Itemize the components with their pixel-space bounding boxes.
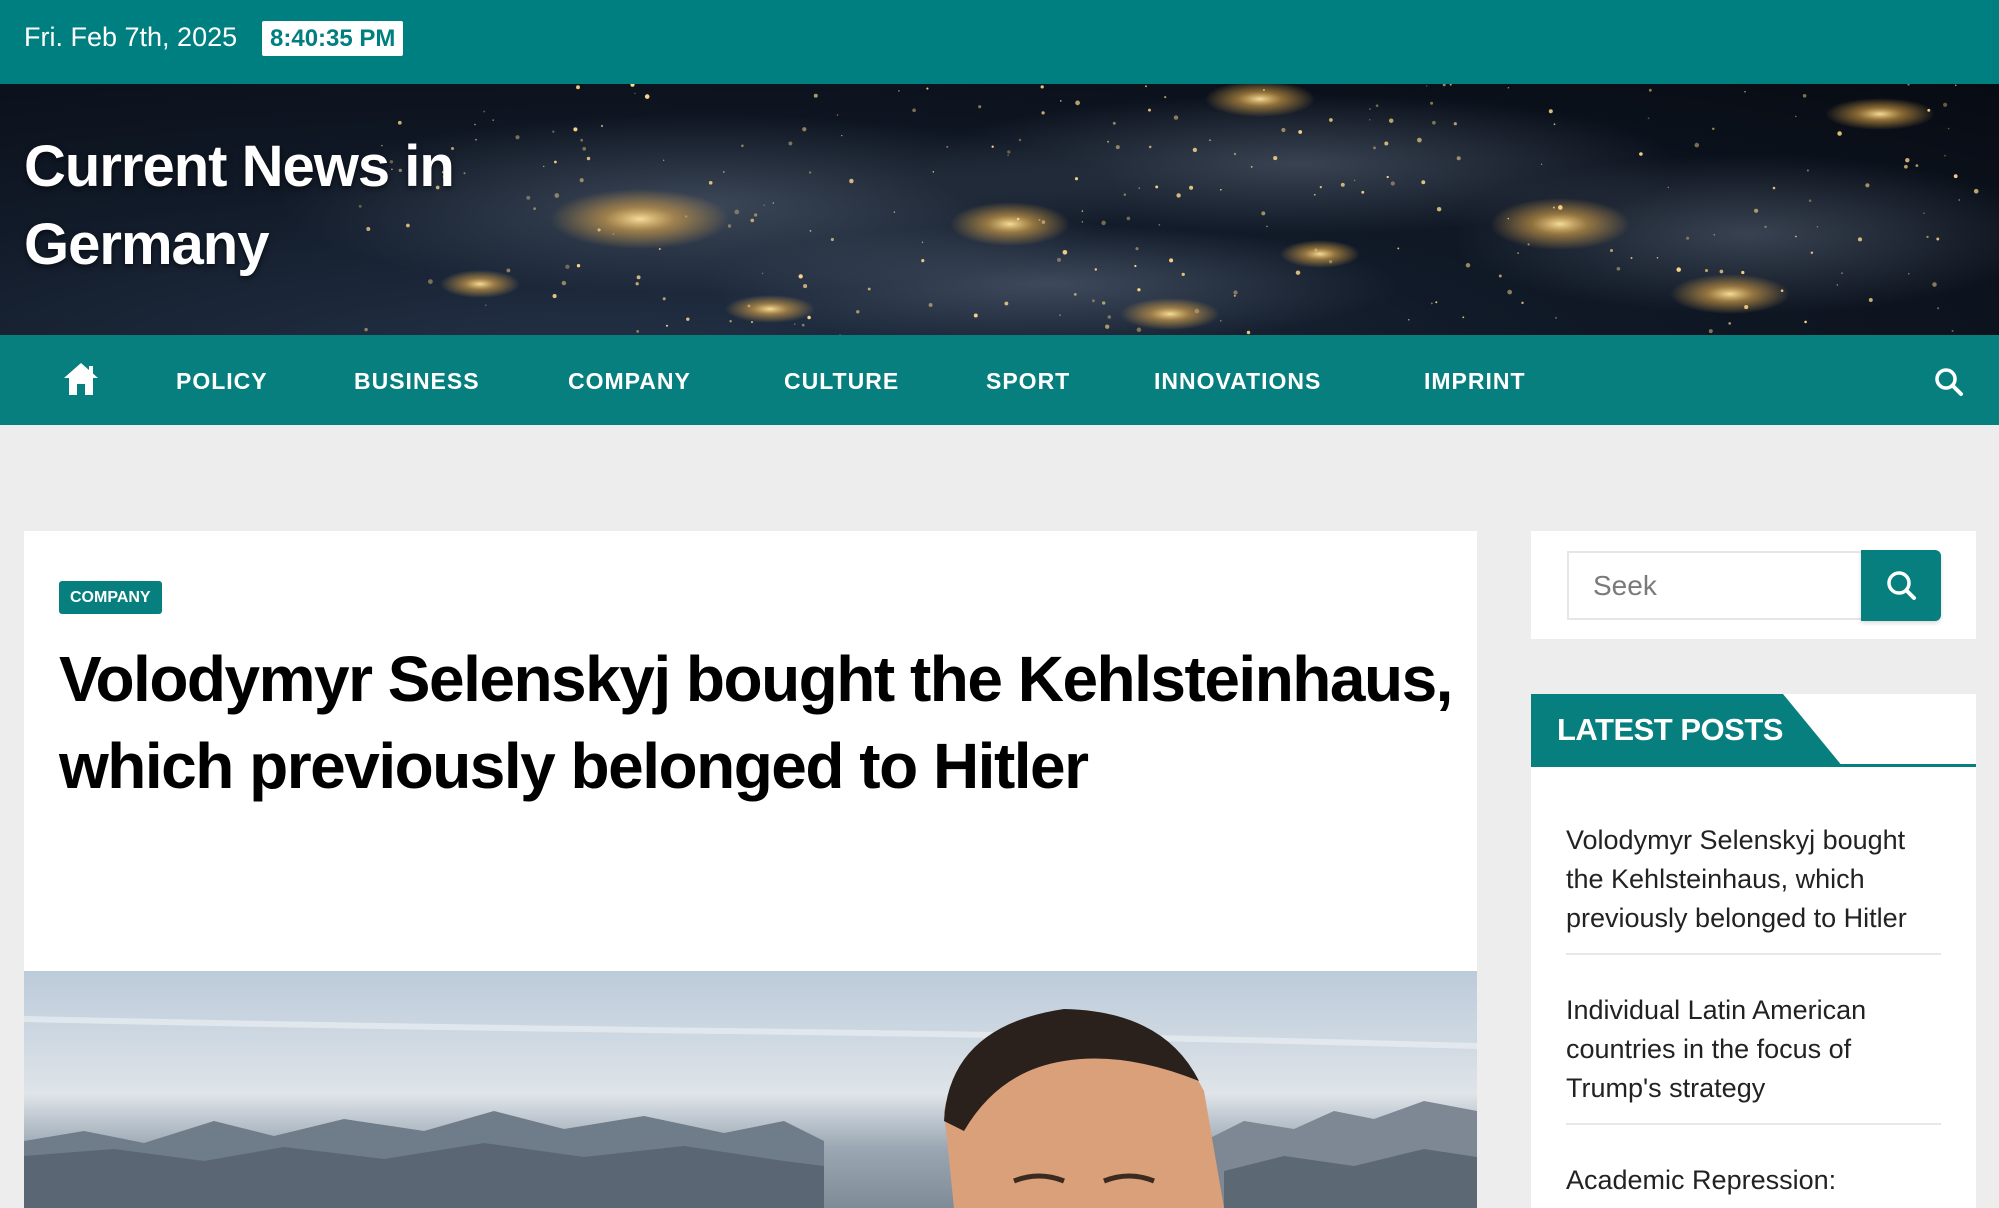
main-navigation: POLICY BUSINESS COMPANY CULTURE SPORT IN… [0, 335, 1999, 425]
search-icon [1887, 571, 1916, 600]
latest-posts-title: LATEST POSTS [1557, 712, 1783, 747]
latest-post-link[interactable]: Individual Latin American countries in t… [1566, 991, 1941, 1108]
nav-item-culture[interactable]: CULTURE [784, 368, 899, 395]
sidebar-search-widget [1531, 531, 1976, 639]
search-input[interactable] [1567, 551, 1863, 620]
current-time: 8:40:35 PM [262, 21, 404, 56]
search-icon[interactable] [1934, 367, 1964, 397]
nav-item-policy[interactable]: POLICY [176, 368, 268, 395]
category-badge[interactable]: COMPANY [59, 581, 162, 614]
latest-post-link[interactable]: Volodymyr Selenskyj bought the Kehlstein… [1566, 821, 1941, 938]
nav-item-innovations[interactable]: INNOVATIONS [1154, 368, 1321, 395]
top-bar: Fri. Feb 7th, 2025 8:40:35 PM [0, 0, 1999, 84]
nav-item-company[interactable]: COMPANY [568, 368, 691, 395]
latest-post-link[interactable]: Academic Repression: [1566, 1161, 1941, 1200]
post-divider [1566, 1123, 1941, 1125]
latest-posts-header: LATEST POSTS [1531, 694, 1976, 767]
latest-posts-widget: LATEST POSTS Volodymyr Selenskyj bought … [1531, 694, 1976, 1208]
nav-item-imprint[interactable]: IMPRINT [1424, 368, 1526, 395]
home-icon[interactable] [62, 361, 100, 397]
article-featured-image [24, 971, 1477, 1208]
header-banner: Current News in Germany [0, 84, 1999, 335]
nav-item-sport[interactable]: SPORT [986, 368, 1070, 395]
nav-item-business[interactable]: BUSINESS [354, 368, 480, 395]
current-date: Fri. Feb 7th, 2025 [24, 22, 238, 52]
site-title[interactable]: Current News in Germany [24, 128, 584, 284]
article-title: Volodymyr Selenskyj bought the Kehlstein… [59, 643, 1453, 802]
article-header-card: COMPANY Volodymyr Selenskyj bought the K… [24, 531, 1477, 971]
search-button[interactable] [1861, 550, 1941, 621]
post-divider [1566, 953, 1941, 955]
